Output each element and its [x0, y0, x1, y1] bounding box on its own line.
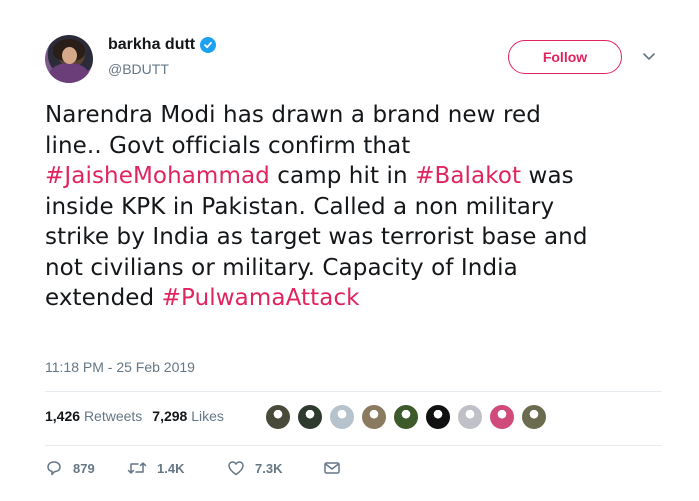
tweet-line: not civilians or military. Capacity of I…	[45, 254, 518, 281]
liker-avatar[interactable]	[521, 404, 547, 430]
like-icon	[228, 461, 244, 476]
tweet-line: #JaisheMohammad camp hit in #Balakot was	[45, 163, 574, 189]
reply-icon	[47, 461, 61, 476]
retweet-button[interactable]: 1.4K	[127, 459, 227, 477]
liker-avatar[interactable]	[425, 404, 451, 430]
chevron-down-icon[interactable]	[640, 49, 658, 63]
likes-stat[interactable]: 7,298 Likes	[152, 408, 224, 424]
tweet-line: extended #PulwamaAttack	[45, 285, 360, 311]
divider	[45, 391, 662, 392]
user-handle[interactable]: @BDUTT	[108, 61, 169, 77]
liker-avatar[interactable]	[489, 404, 515, 430]
retweets-stat[interactable]: 1,426 Retweets	[45, 408, 142, 424]
reply-count: 879	[73, 460, 95, 476]
tweet-line: inside KPK in Pakistan. Called a non mil…	[45, 193, 555, 220]
hashtag-link[interactable]: #PulwamaAttack	[162, 285, 360, 311]
tweet-line: strike by India as target was terrorist …	[45, 224, 588, 250]
liker-avatar[interactable]	[297, 404, 323, 430]
like-count: 7.3K	[255, 460, 283, 476]
retweet-icon	[127, 462, 147, 474]
liker-avatar[interactable]	[393, 404, 419, 430]
hashtag-link[interactable]: #JaisheMohammad	[45, 163, 270, 189]
display-name[interactable]: barkha dutt	[108, 36, 217, 54]
like-button[interactable]: 7.3K	[227, 459, 323, 477]
hashtag-link[interactable]: #Balakot	[415, 163, 521, 189]
retweet-count: 1.4K	[157, 460, 185, 476]
tweet-line: Narendra Modi has drawn a brand new red	[45, 102, 541, 128]
liker-avatars	[265, 404, 553, 430]
reply-button[interactable]: 879	[45, 459, 127, 477]
action-bar: 879 1.4K 7.3K	[45, 459, 341, 477]
liker-avatar[interactable]	[265, 404, 291, 430]
tweet-text: Narendra Modi has drawn a brand new red …	[45, 100, 675, 314]
tweet-card: barkha dutt @BDUTT Follow Narendra Modi …	[0, 0, 699, 501]
engagement-stats: 1,426 Retweets 7,298 Likes	[45, 408, 224, 424]
timestamp[interactable]: 11:18 PM - 25 Feb 2019	[45, 359, 195, 375]
direct-message-button[interactable]	[323, 460, 341, 476]
message-icon	[324, 462, 340, 474]
liker-avatar[interactable]	[457, 404, 483, 430]
display-name-label[interactable]: barkha dutt	[108, 36, 195, 54]
divider	[45, 445, 662, 446]
avatar[interactable]	[45, 35, 93, 83]
tweet-line: line.. Govt officials confirm that	[45, 132, 411, 159]
liker-avatar[interactable]	[329, 404, 355, 430]
follow-button[interactable]: Follow	[508, 40, 622, 74]
verified-badge-icon	[200, 37, 217, 53]
liker-avatar[interactable]	[361, 404, 387, 430]
